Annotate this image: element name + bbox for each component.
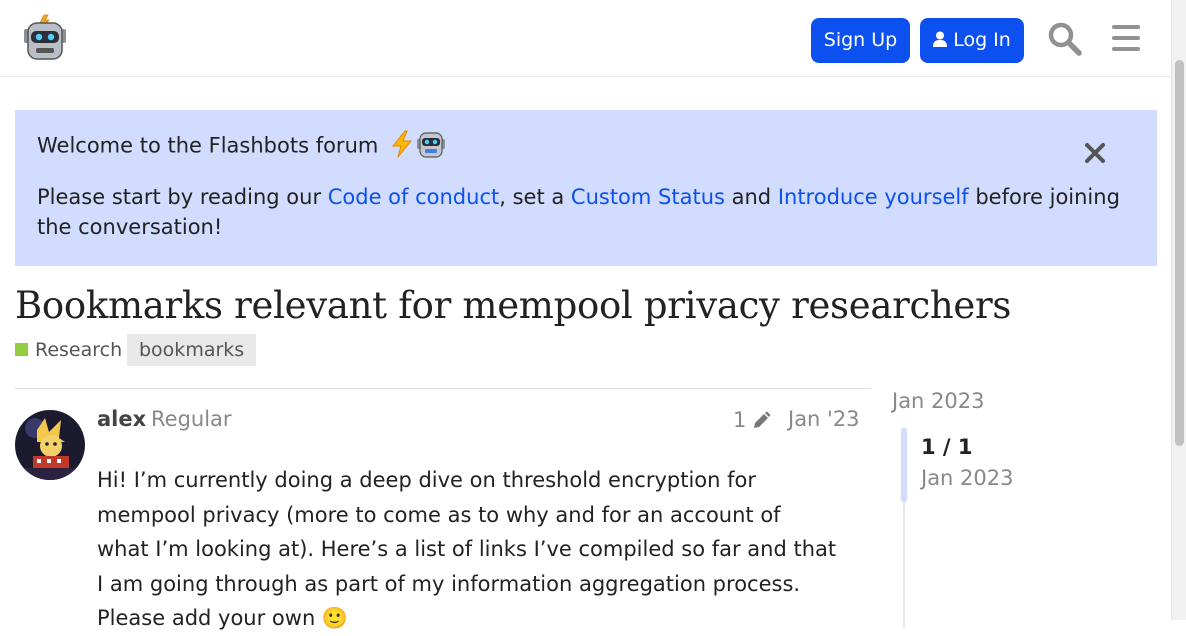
site-header: Sign Up Log In <box>0 0 1171 77</box>
scrollbar-thumb[interactable] <box>1175 60 1184 446</box>
divider <box>15 388 871 389</box>
category-badge[interactable]: Research <box>15 338 122 362</box>
category-color-swatch <box>15 342 28 356</box>
introduce-yourself-link[interactable]: Introduce yourself <box>778 185 969 209</box>
banner-message: Please start by reading our Code of cond… <box>37 182 1127 242</box>
timeline-start-date[interactable]: Jan 2023 <box>892 389 985 413</box>
welcome-banner: Welcome to the Flashbots forum Please st… <box>15 110 1157 266</box>
timeline-post-count: 1 / 1 <box>921 435 973 459</box>
close-banner-icon[interactable] <box>1084 142 1106 164</box>
category-label: Research <box>35 339 123 361</box>
log-in-label: Log In <box>953 29 1011 51</box>
tag-badge[interactable]: bookmarks <box>127 334 257 366</box>
log-in-button[interactable]: Log In <box>920 18 1024 63</box>
banner-title-text: Welcome to the Flashbots forum <box>37 133 379 158</box>
search-icon[interactable] <box>1047 21 1083 57</box>
post-date[interactable]: Jan '23 <box>788 407 860 431</box>
user-icon <box>933 31 948 47</box>
timeline-handle[interactable] <box>901 428 907 502</box>
banner-text-part: and <box>724 185 778 209</box>
pencil-icon[interactable] <box>751 411 771 431</box>
avatar[interactable] <box>15 410 85 480</box>
hamburger-menu-icon[interactable] <box>1110 22 1142 54</box>
page-scrollbar[interactable] <box>1171 0 1186 620</box>
sign-up-button[interactable]: Sign Up <box>811 18 910 63</box>
code-of-conduct-link[interactable]: Code of conduct <box>328 185 499 209</box>
post-user-title: Regular <box>151 407 232 431</box>
robot-logo[interactable] <box>22 13 68 61</box>
post-body: Hi! I’m currently doing a deep dive on t… <box>97 468 837 630</box>
robot-emoji-icon <box>416 130 446 163</box>
edit-count[interactable]: 1 <box>733 408 746 432</box>
timeline-current-date: Jan 2023 <box>921 466 1014 490</box>
post-username[interactable]: alex <box>97 407 146 431</box>
banner-text-part: Please start by reading our <box>37 185 328 209</box>
banner-title: Welcome to the Flashbots forum <box>37 130 446 163</box>
lightning-icon <box>389 130 415 163</box>
custom-status-link[interactable]: Custom Status <box>571 185 725 209</box>
banner-text-part: , set a <box>499 185 571 209</box>
page-title[interactable]: Bookmarks relevant for mempool privacy r… <box>15 284 1011 327</box>
